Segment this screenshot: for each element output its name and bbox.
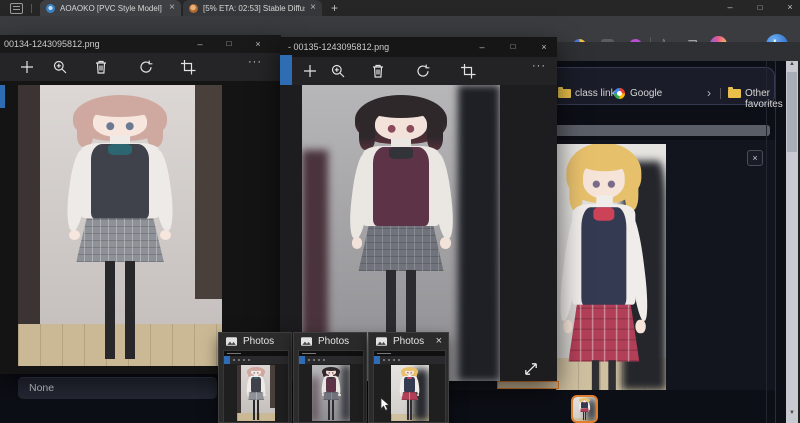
photos-window-2: - 00135-1243095812.png – □ × ··· — [280, 37, 557, 381]
window-title: - 00135-1243095812.png — [288, 42, 389, 52]
title-bar[interactable]: 00134-1243095812.png – □ × — [0, 35, 281, 53]
preview-close-icon[interactable]: × — [436, 335, 442, 347]
accent-strip — [224, 356, 230, 364]
new-tab-button[interactable]: + — [331, 1, 338, 15]
maximize-button[interactable]: □ — [500, 37, 526, 57]
preview-app-label: Photos — [318, 336, 360, 347]
mini-photo — [312, 365, 350, 421]
google-icon — [614, 88, 625, 99]
panel-divider — [766, 61, 767, 423]
accent-strip — [280, 55, 292, 85]
taskbar-preview-1[interactable]: Photos — [218, 332, 292, 423]
scroll-up-icon[interactable]: ▲ — [786, 61, 798, 67]
browser-maximize-button[interactable]: □ — [748, 1, 772, 14]
generated-image-blonde — [556, 144, 666, 390]
bookmark-other-favorites[interactable]: Other favorites — [745, 88, 800, 110]
mini-toolbar — [374, 356, 445, 364]
close-button[interactable]: × — [245, 35, 271, 53]
title-bar[interactable]: - 00135-1243095812.png – □ × — [280, 37, 557, 57]
preview-app-label: Photos — [393, 336, 431, 347]
preview-thumbnail[interactable] — [298, 350, 364, 423]
accent-strip — [299, 356, 305, 364]
add-icon[interactable] — [302, 63, 318, 79]
screen: × None ▲ ▼ AOAOKO [PVC Style Model] - PV… — [0, 0, 800, 423]
minimize-button[interactable]: – — [469, 37, 495, 57]
zoom-icon[interactable] — [52, 59, 68, 75]
preview-app-label: Photos — [243, 336, 285, 347]
browser-tab-stable-diffusion[interactable]: [5% ETA: 02:53] Stable Diffusion × — [183, 0, 322, 16]
scrollbar-thumb[interactable] — [787, 72, 797, 152]
preview-header: Photos × — [369, 333, 448, 349]
viewer-close-button[interactable]: × — [747, 150, 763, 166]
scroll-down-icon[interactable]: ▼ — [786, 410, 798, 416]
crop-icon[interactable] — [460, 63, 476, 79]
tab-close-icon[interactable]: × — [169, 3, 175, 13]
mouse-cursor — [380, 397, 391, 417]
photos-app-icon — [375, 336, 388, 347]
tab-favicon — [189, 4, 198, 13]
mini-title-bar — [224, 351, 288, 356]
crop-icon[interactable] — [180, 59, 196, 75]
browser-tab-bar: AOAOKO [PVC Style Model] - PV × [5% ETA:… — [0, 0, 800, 16]
browser-minimize-button[interactable]: – — [718, 1, 742, 14]
divider — [31, 4, 32, 13]
maximize-button[interactable]: □ — [216, 35, 242, 53]
browser-tab-aoaoko[interactable]: AOAOKO [PVC Style Model] - PV × — [40, 0, 181, 16]
mini-photo — [391, 365, 429, 421]
fullscreen-expand-icon[interactable] — [522, 360, 540, 378]
mini-title-bar — [299, 351, 363, 356]
add-icon[interactable] — [19, 59, 35, 75]
zoom-icon[interactable] — [330, 63, 346, 79]
panel-divider — [775, 61, 776, 423]
preview-header: Photos — [294, 333, 366, 349]
photos-toolbar: ··· — [0, 53, 281, 81]
mini-title-bar — [374, 351, 445, 356]
rotate-icon[interactable] — [138, 59, 154, 75]
script-dropdown-value: None — [29, 382, 54, 394]
preview-thumbnail[interactable] — [223, 350, 289, 423]
delete-icon[interactable] — [370, 63, 386, 79]
gallery-thumbnail-selected[interactable] — [571, 395, 598, 423]
photos-window-1: 00134-1243095812.png – □ × ··· — [0, 35, 281, 374]
chevron-right-icon[interactable]: › — [707, 86, 711, 100]
delete-icon[interactable] — [93, 59, 109, 75]
preview-header: Photos — [219, 333, 291, 349]
thumbnail-image — [573, 397, 596, 421]
see-more-icon[interactable]: ··· — [248, 56, 262, 68]
minimize-button[interactable]: – — [187, 35, 213, 53]
rotate-icon[interactable] — [415, 63, 431, 79]
folder-icon — [558, 89, 571, 98]
tab-title: AOAOKO [PVC Style Model] - PV — [60, 4, 164, 13]
window-title: 00134-1243095812.png — [4, 39, 100, 49]
page-scrollbar[interactable]: ▲ ▼ — [786, 58, 798, 423]
see-more-icon[interactable]: ··· — [532, 60, 546, 72]
accent-strip — [0, 85, 5, 108]
photos-toolbar: ··· — [280, 57, 557, 85]
divider — [720, 88, 721, 99]
close-button[interactable]: × — [531, 37, 557, 57]
taskbar-preview-2[interactable]: Photos — [293, 332, 367, 423]
browser-close-button[interactable]: × — [778, 1, 800, 14]
photo-image-00134[interactable] — [18, 85, 222, 366]
mini-photo — [237, 365, 275, 421]
accent-strip — [374, 356, 380, 364]
tab-favicon — [46, 4, 55, 13]
image-pink-haired-girl — [18, 85, 222, 366]
script-dropdown[interactable]: None — [18, 377, 217, 399]
mini-toolbar — [224, 356, 288, 364]
gallery-thumbnail-partial[interactable] — [497, 381, 559, 389]
photos-app-icon — [225, 336, 238, 347]
tab-title: [5% ETA: 02:53] Stable Diffusion — [203, 4, 305, 13]
folder-icon — [728, 89, 741, 98]
sd-output-image[interactable] — [556, 144, 666, 390]
mini-toolbar — [299, 356, 363, 364]
bookmark-google[interactable]: Google — [630, 88, 662, 99]
tab-close-icon[interactable]: × — [310, 3, 316, 13]
photos-app-icon — [300, 336, 313, 347]
tab-actions-icon[interactable] — [10, 3, 23, 14]
